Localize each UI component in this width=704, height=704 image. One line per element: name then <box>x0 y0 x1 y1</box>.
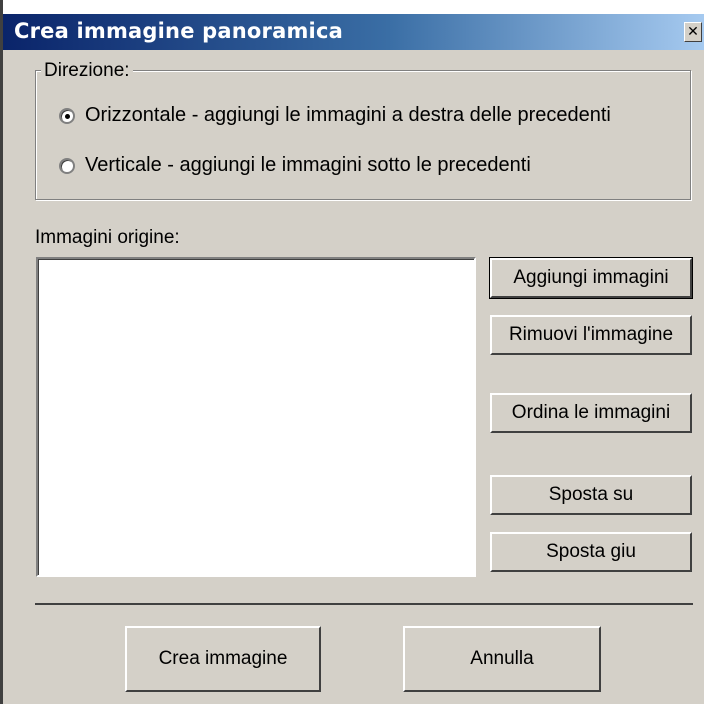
radio-horizontal[interactable]: Orizzontale - aggiungi le immagini a des… <box>59 104 611 127</box>
add-images-button[interactable]: Aggiungi immagini <box>489 257 693 299</box>
panorama-dialog: Crea immagine panoramica ✕ Direzione: Or… <box>0 0 704 704</box>
cancel-button[interactable]: Annulla <box>403 626 601 692</box>
move-down-button[interactable]: Sposta giu <box>490 532 692 572</box>
dialog-title: Crea immagine panoramica <box>14 19 343 43</box>
radio-checked-icon[interactable] <box>59 107 75 124</box>
title-bar[interactable]: Crea immagine panoramica ✕ <box>3 14 704 50</box>
direction-groupbox <box>35 70 691 200</box>
radio-vertical-label: Verticale - aggiungi le immagini sotto l… <box>85 154 531 176</box>
window-top-strip <box>3 0 704 14</box>
close-icon: ✕ <box>687 23 699 39</box>
close-button[interactable]: ✕ <box>684 22 702 42</box>
direction-label: Direzione: <box>41 60 133 82</box>
radio-unchecked-icon[interactable] <box>59 157 75 174</box>
source-images-label: Immagini origine: <box>35 227 180 248</box>
remove-image-button[interactable]: Rimuovi l'immagine <box>490 315 692 355</box>
source-images-list[interactable] <box>36 257 476 577</box>
move-up-button[interactable]: Sposta su <box>490 475 692 515</box>
radio-horizontal-label: Orizzontale - aggiungi le immagini a des… <box>85 104 611 126</box>
footer-separator <box>35 603 693 607</box>
radio-vertical[interactable]: Verticale - aggiungi le immagini sotto l… <box>59 154 531 177</box>
sort-images-button[interactable]: Ordina le immagini <box>490 393 692 433</box>
create-image-button[interactable]: Crea immagine <box>125 626 321 692</box>
